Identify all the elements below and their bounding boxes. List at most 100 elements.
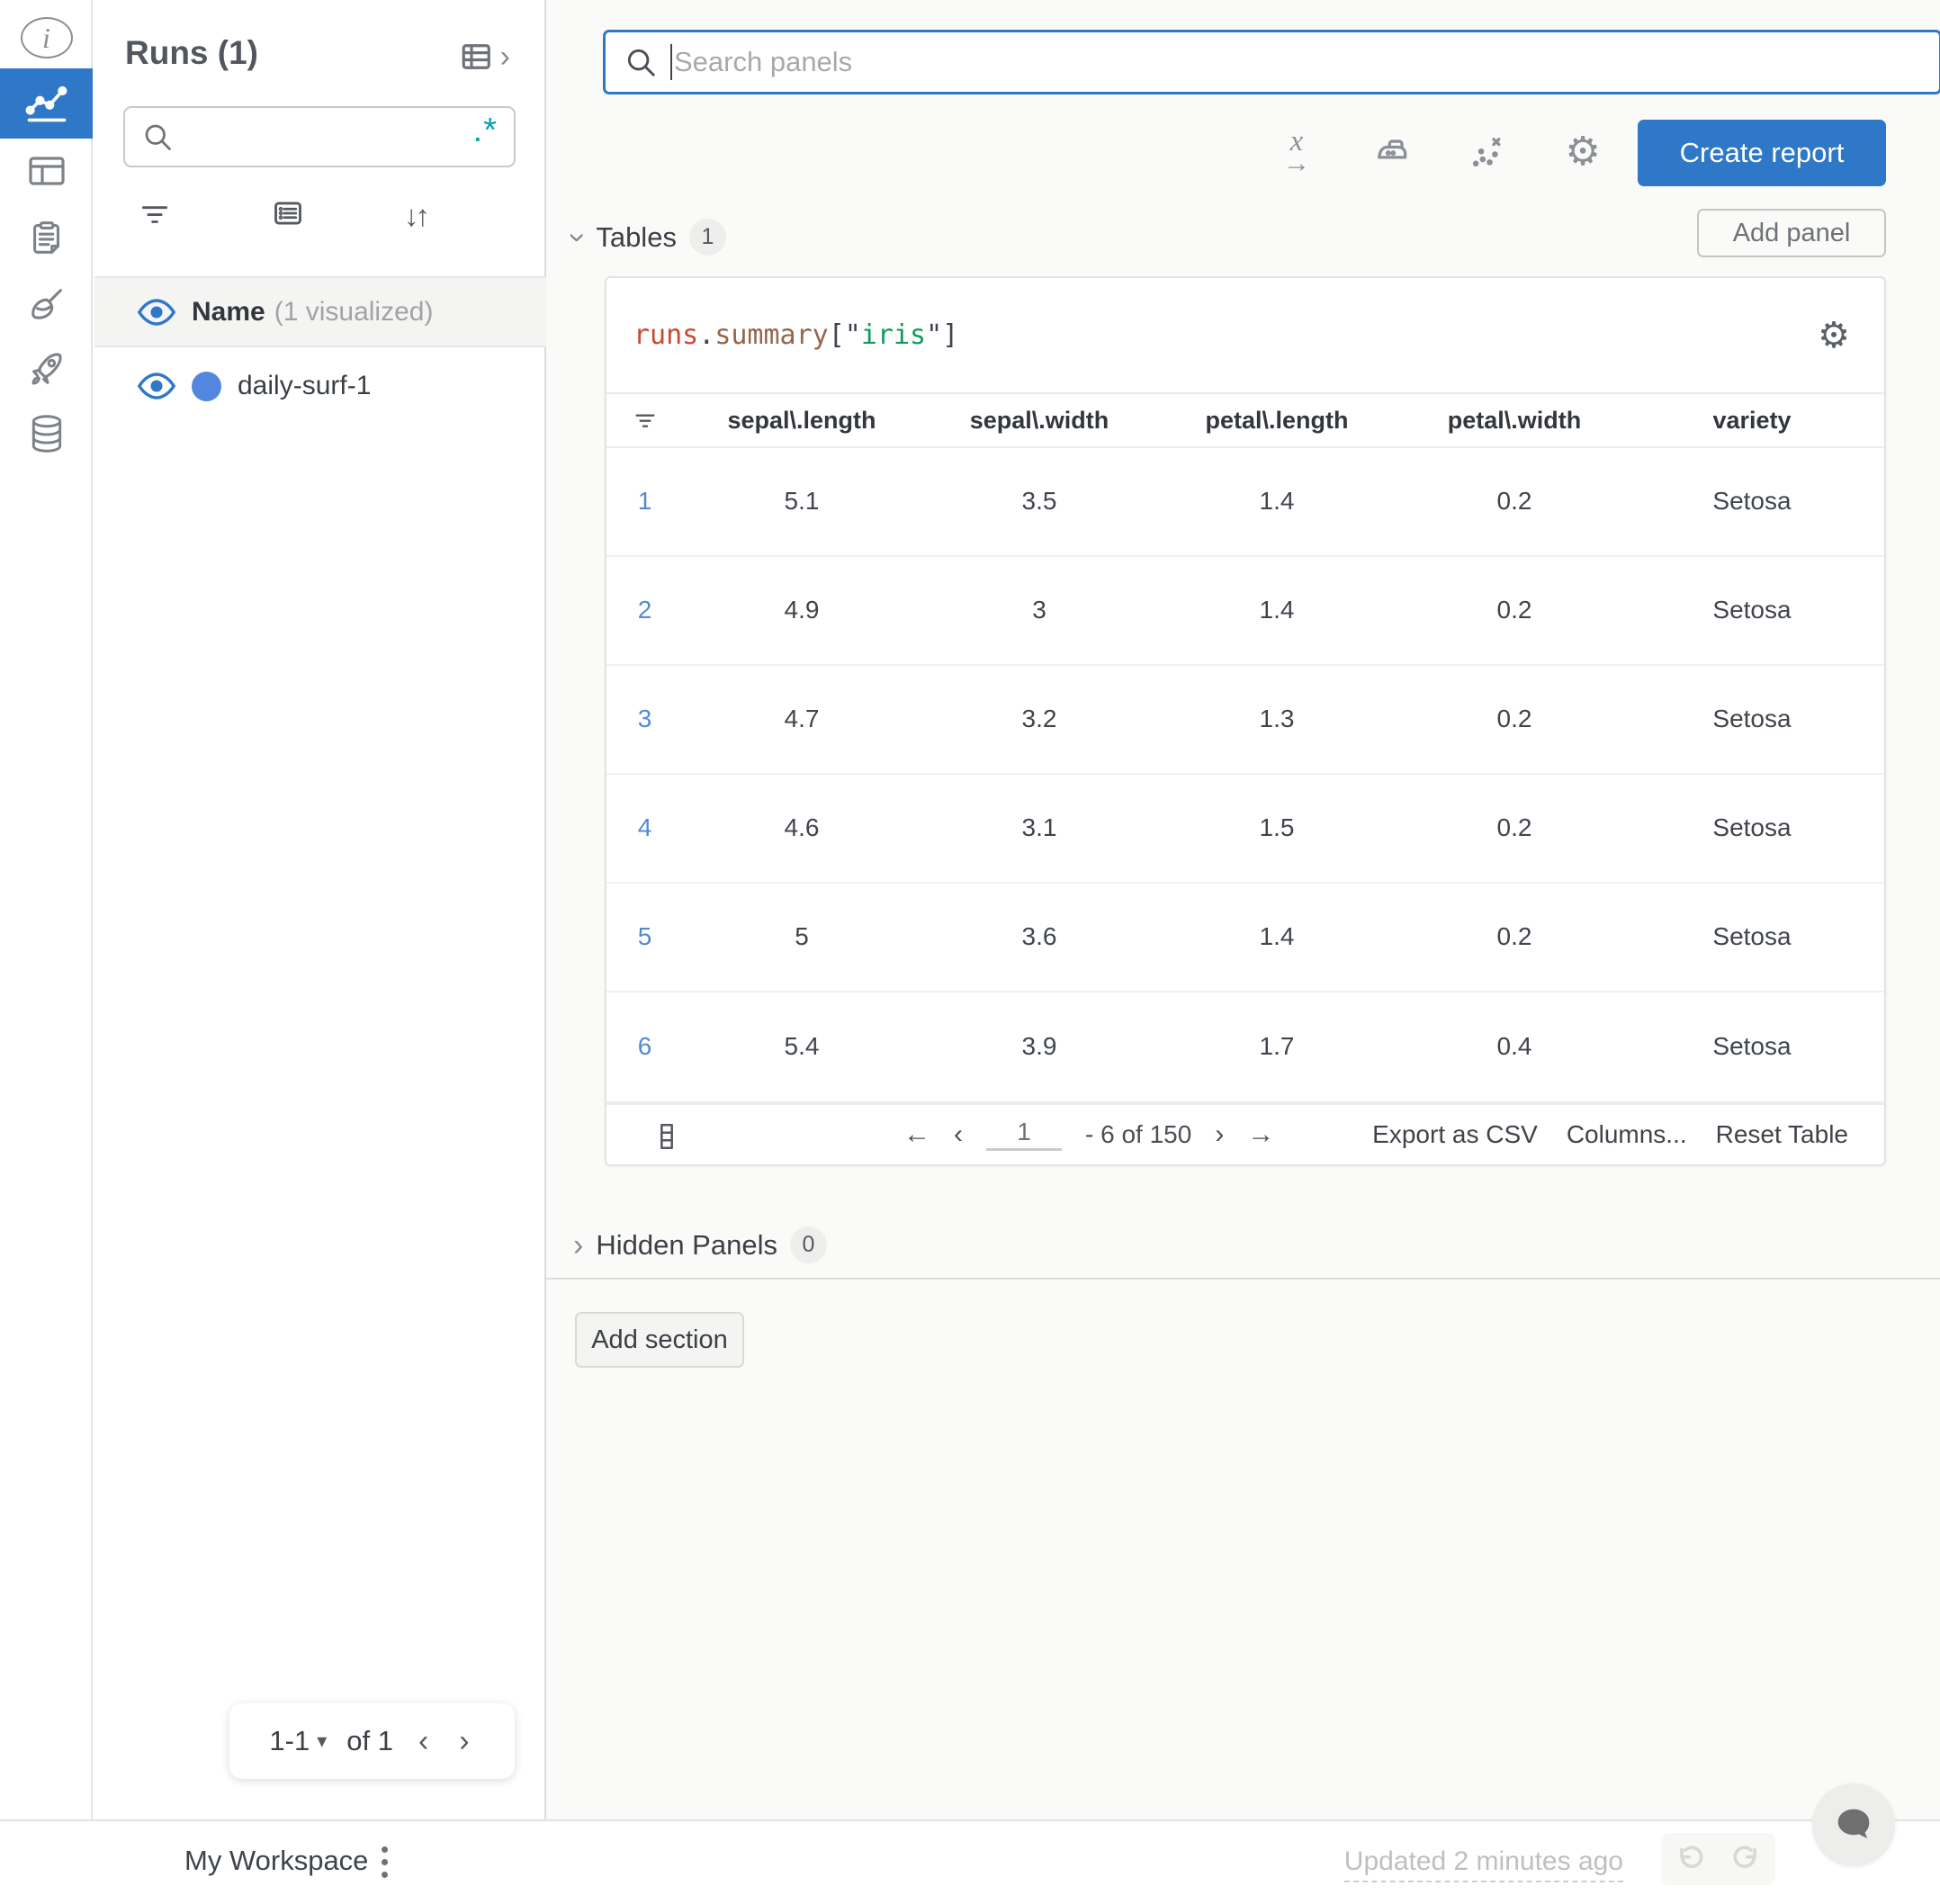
table-cell: Setosa <box>1712 813 1792 842</box>
panel-search-input[interactable] <box>674 46 1921 78</box>
run-row[interactable]: daily-surf-1 <box>94 349 546 423</box>
table-cell: Setosa <box>1712 1032 1792 1061</box>
row-index-link[interactable]: 4 <box>606 813 683 842</box>
table-cell: 3 <box>1032 596 1046 624</box>
sidebar-item-overview[interactable]: i <box>0 4 93 72</box>
panel-settings-gear-icon[interactable]: ⚙ <box>1818 318 1850 354</box>
table-cell: Setosa <box>1712 922 1792 951</box>
tables-section-header[interactable]: › Tables 1 <box>561 219 726 256</box>
row-index-link[interactable]: 1 <box>606 487 683 516</box>
add-section-button[interactable]: Add section <box>575 1312 744 1368</box>
table-row: 6 5.4 3.9 1.7 0.4 Setosa <box>606 992 1884 1101</box>
create-report-button[interactable]: Create report <box>1638 120 1886 186</box>
table-cell: 3.5 <box>1021 487 1057 516</box>
row-height-icon <box>660 1123 673 1149</box>
table-cell: 5.1 <box>784 487 820 516</box>
outliers-button[interactable] <box>1466 126 1509 178</box>
export-csv-button[interactable]: Export as CSV <box>1372 1120 1538 1149</box>
page-number-input[interactable]: 1 <box>986 1118 1062 1152</box>
table-footer: ← ‹ 1 - 6 of 150 › → Export as CSV Colum… <box>606 1100 1884 1164</box>
table-row: 2 4.9 3 1.4 0.2 Setosa <box>606 557 1884 666</box>
columns-button[interactable]: Columns... <box>1567 1120 1687 1149</box>
column-header[interactable]: petal\.length <box>1158 407 1396 435</box>
reset-table-button[interactable]: Reset Table <box>1716 1120 1848 1149</box>
table-cell: 3.6 <box>1021 922 1057 951</box>
runs-table-toggle[interactable]: › <box>459 38 510 76</box>
workspace-main: x → ⚙ <box>546 0 1940 1819</box>
run-name[interactable]: daily-surf-1 <box>238 371 371 401</box>
runs-toolbar: ↓↑ <box>138 196 430 235</box>
x-axis-settings-button[interactable]: x → <box>1275 126 1318 178</box>
row-height-button[interactable] <box>655 1121 678 1158</box>
regex-toggle-icon[interactable]: .* <box>473 113 498 152</box>
run-color-dot[interactable] <box>192 371 221 401</box>
runs-name-header: Name (1 visualized) <box>94 276 546 347</box>
database-icon <box>31 415 61 453</box>
section-title: Hidden Panels <box>596 1228 777 1261</box>
row-index-link[interactable]: 5 <box>606 922 683 951</box>
sidebar-item-workspace[interactable] <box>0 68 93 139</box>
chat-bubble-icon <box>1837 1809 1870 1839</box>
table-pagination: ← ‹ 1 - 6 of 150 › → <box>903 1105 1274 1164</box>
eye-icon[interactable] <box>136 365 177 407</box>
text-cursor <box>670 44 672 80</box>
sidebar-item-artifacts[interactable] <box>0 400 93 468</box>
column-header[interactable]: petal\.width <box>1396 407 1633 435</box>
list-icon <box>274 202 301 225</box>
clipboard-icon <box>32 221 59 254</box>
group-button[interactable] <box>271 196 305 235</box>
redo-icon <box>1733 1846 1757 1868</box>
page-total: of 1 <box>346 1725 393 1756</box>
name-column-label[interactable]: Name <box>192 297 265 328</box>
row-index-link[interactable]: 3 <box>606 705 683 733</box>
sort-button[interactable]: ↓↑ <box>404 199 430 233</box>
table-actions: Export as CSV Columns... Reset Table <box>1372 1105 1848 1164</box>
sidebar-item-panels[interactable] <box>0 137 93 205</box>
hidden-panels-section-header[interactable]: › Hidden Panels 0 <box>573 1226 827 1263</box>
line-chart-icon <box>24 85 67 122</box>
redo-button[interactable] <box>1719 1833 1776 1885</box>
row-index-link[interactable]: 2 <box>606 596 683 624</box>
table-cell: 4.7 <box>784 705 820 733</box>
row-index-link[interactable]: 6 <box>606 1032 683 1061</box>
runs-search-input[interactable] <box>184 121 473 152</box>
table-cell: 1.4 <box>1259 487 1295 516</box>
eye-icon[interactable] <box>136 292 177 333</box>
next-page-button[interactable]: › <box>1215 1119 1224 1150</box>
next-page-button[interactable]: › <box>454 1724 474 1759</box>
prev-page-button[interactable]: ‹ <box>413 1724 434 1759</box>
table-filter-button[interactable] <box>606 406 683 435</box>
table-cell: 3.9 <box>1021 1032 1057 1061</box>
outlier-points-icon <box>1472 138 1501 167</box>
filter-icon <box>141 206 168 223</box>
table-cell: 4.6 <box>784 813 820 842</box>
column-header[interactable]: sepal\.width <box>921 407 1158 435</box>
settings-button[interactable]: ⚙ <box>1561 126 1604 178</box>
column-header[interactable]: variety <box>1633 407 1871 435</box>
add-panel-button[interactable]: Add panel <box>1697 209 1886 257</box>
page-size-selector[interactable]: 1-1 ▾ <box>269 1725 327 1757</box>
iron-icon <box>1378 139 1407 159</box>
rocket-icon <box>31 353 62 385</box>
chevron-right-icon[interactable]: › <box>573 1230 583 1261</box>
first-page-button[interactable]: ← <box>903 1119 930 1150</box>
sidebar-item-logs[interactable] <box>0 203 93 272</box>
section-count-badge: 0 <box>789 1226 827 1263</box>
workspace-name[interactable]: My Workspace <box>184 1845 368 1877</box>
column-header[interactable]: sepal\.length <box>683 407 921 435</box>
sidebar-item-sweeps[interactable] <box>0 270 93 338</box>
x-axis-icon: x → <box>1283 124 1310 179</box>
chat-fab-button[interactable] <box>1812 1783 1895 1866</box>
icon-rail: i <box>0 0 93 1819</box>
updated-timestamp: Updated 2 minutes ago <box>1343 1846 1623 1882</box>
kebab-menu-icon[interactable] <box>378 1843 391 1882</box>
filter-button[interactable] <box>138 196 172 235</box>
prev-page-button[interactable]: ‹ <box>954 1119 963 1150</box>
table-cell: 3.1 <box>1021 813 1057 842</box>
chevron-down-icon[interactable]: › <box>561 232 596 242</box>
sidebar-item-launch[interactable] <box>0 335 93 403</box>
undo-button[interactable] <box>1661 1833 1719 1885</box>
page-range: 1-1 <box>269 1725 310 1756</box>
last-page-button[interactable]: → <box>1247 1119 1274 1150</box>
smoothing-button[interactable] <box>1370 126 1414 178</box>
